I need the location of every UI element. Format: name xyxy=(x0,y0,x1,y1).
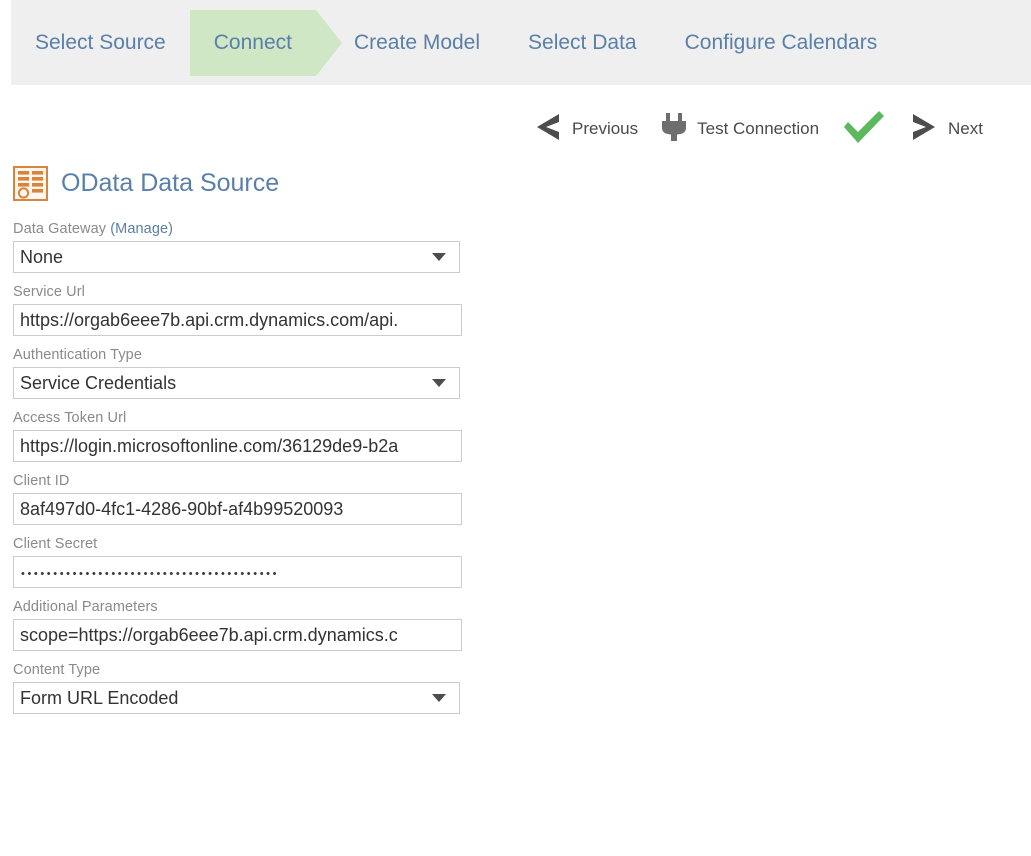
value-content-type: Form URL Encoded xyxy=(14,688,432,709)
input-client-id[interactable]: 8af497d0-4fc1-4286-90bf-af4b99520093 xyxy=(13,493,462,525)
label-client-secret: Client Secret xyxy=(13,536,465,552)
label-text-authentication-type: Authentication Type xyxy=(13,347,142,363)
field-group-access-token-url: Access Token Url https://login.microsofto… xyxy=(13,410,465,462)
value-data-gateway: None xyxy=(14,247,432,268)
action-toolbar: Previous Test Connection Next xyxy=(533,108,983,150)
wizard-step-connect[interactable]: Connect xyxy=(190,10,316,76)
next-button-label: Next xyxy=(948,119,983,139)
select-data-gateway[interactable]: None xyxy=(13,241,460,273)
input-additional-parameters[interactable]: scope=https://orgab6eee7b.api.crm.dynami… xyxy=(13,619,462,651)
field-group-service-url: Service Url https://orgab6eee7b.api.crm.d… xyxy=(13,284,465,336)
page-title: OData Data Source xyxy=(61,169,279,198)
label-text-access-token-url: Access Token Url xyxy=(13,410,126,426)
wizard-header-bar: Select SourceConnectCreate ModelSelect D… xyxy=(11,0,1031,85)
label-authentication-type: Authentication Type xyxy=(13,347,465,363)
value-service-url: https://orgab6eee7b.api.crm.dynamics.com… xyxy=(14,310,461,331)
odata-connection-form: Data Gateway (Manage) None Service Url http… xyxy=(13,221,465,725)
field-group-data-gateway: Data Gateway (Manage) None xyxy=(13,221,465,273)
label-client-id: Client ID xyxy=(13,473,465,489)
next-button[interactable]: Next xyxy=(909,111,983,148)
chevron-down-icon[interactable] xyxy=(432,694,446,702)
field-group-additional-parameters: Additional Parameters scope=https://orgab… xyxy=(13,599,465,651)
label-content-type: Content Type xyxy=(13,662,465,678)
previous-button-label: Previous xyxy=(572,119,638,139)
plug-icon xyxy=(660,112,688,147)
label-data-gateway: Data Gateway (Manage) xyxy=(13,221,465,237)
chevron-down-icon[interactable] xyxy=(432,253,446,261)
field-group-client-secret: Client Secret •••••••••••••••••••••••••••… xyxy=(13,536,465,588)
test-connection-label: Test Connection xyxy=(697,119,819,139)
chevron-right-icon xyxy=(909,111,939,148)
label-text-content-type: Content Type xyxy=(13,662,100,678)
label-text-data-gateway: Data Gateway xyxy=(13,221,110,237)
manage-gateway-link[interactable]: (Manage) xyxy=(110,221,173,237)
check-icon xyxy=(841,110,887,149)
field-group-content-type: Content Type Form URL Encoded xyxy=(13,662,465,714)
select-content-type[interactable]: Form URL Encoded xyxy=(13,682,460,714)
input-client-secret[interactable]: •••••••••••••••••••••••••••••••••••••••• xyxy=(13,556,462,588)
label-service-url: Service Url xyxy=(13,284,465,300)
value-client-id: 8af497d0-4fc1-4286-90bf-af4b99520093 xyxy=(14,499,461,520)
label-text-client-id: Client ID xyxy=(13,473,70,489)
label-text-client-secret: Client Secret xyxy=(13,536,97,552)
wizard-step-select-data[interactable]: Select Data xyxy=(504,10,661,76)
wizard-step-configure-calendars[interactable]: Configure Calendars xyxy=(661,10,902,76)
wizard-step-create-model[interactable]: Create Model xyxy=(330,10,504,76)
label-text-additional-parameters: Additional Parameters xyxy=(13,599,158,615)
input-access-token-url[interactable]: https://login.microsoftonline.com/36129d… xyxy=(13,430,462,462)
test-connection-button[interactable]: Test Connection xyxy=(660,112,819,147)
odata-source-icon xyxy=(13,166,48,201)
field-group-client-id: Client ID 8af497d0-4fc1-4286-90bf-af4b995… xyxy=(13,473,465,525)
label-text-service-url: Service Url xyxy=(13,284,85,300)
label-access-token-url: Access Token Url xyxy=(13,410,465,426)
field-group-authentication-type: Authentication Type Service Credentials xyxy=(13,347,465,399)
label-additional-parameters: Additional Parameters xyxy=(13,599,465,615)
chevron-down-icon[interactable] xyxy=(432,379,446,387)
value-authentication-type: Service Credentials xyxy=(14,373,432,394)
previous-button[interactable]: Previous xyxy=(533,111,638,148)
wizard-step-list: Select SourceConnectCreate ModelSelect D… xyxy=(11,0,901,85)
input-service-url[interactable]: https://orgab6eee7b.api.crm.dynamics.com… xyxy=(13,304,462,336)
value-client-secret: •••••••••••••••••••••••••••••••••••••••• xyxy=(14,565,461,580)
value-access-token-url: https://login.microsoftonline.com/36129d… xyxy=(14,436,461,457)
page-title-row: OData Data Source xyxy=(13,166,279,201)
connection-status-indicator xyxy=(841,110,887,149)
select-authentication-type[interactable]: Service Credentials xyxy=(13,367,460,399)
wizard-step-select-source[interactable]: Select Source xyxy=(11,10,190,76)
value-additional-parameters: scope=https://orgab6eee7b.api.crm.dynami… xyxy=(14,625,461,646)
chevron-left-icon xyxy=(533,111,563,148)
